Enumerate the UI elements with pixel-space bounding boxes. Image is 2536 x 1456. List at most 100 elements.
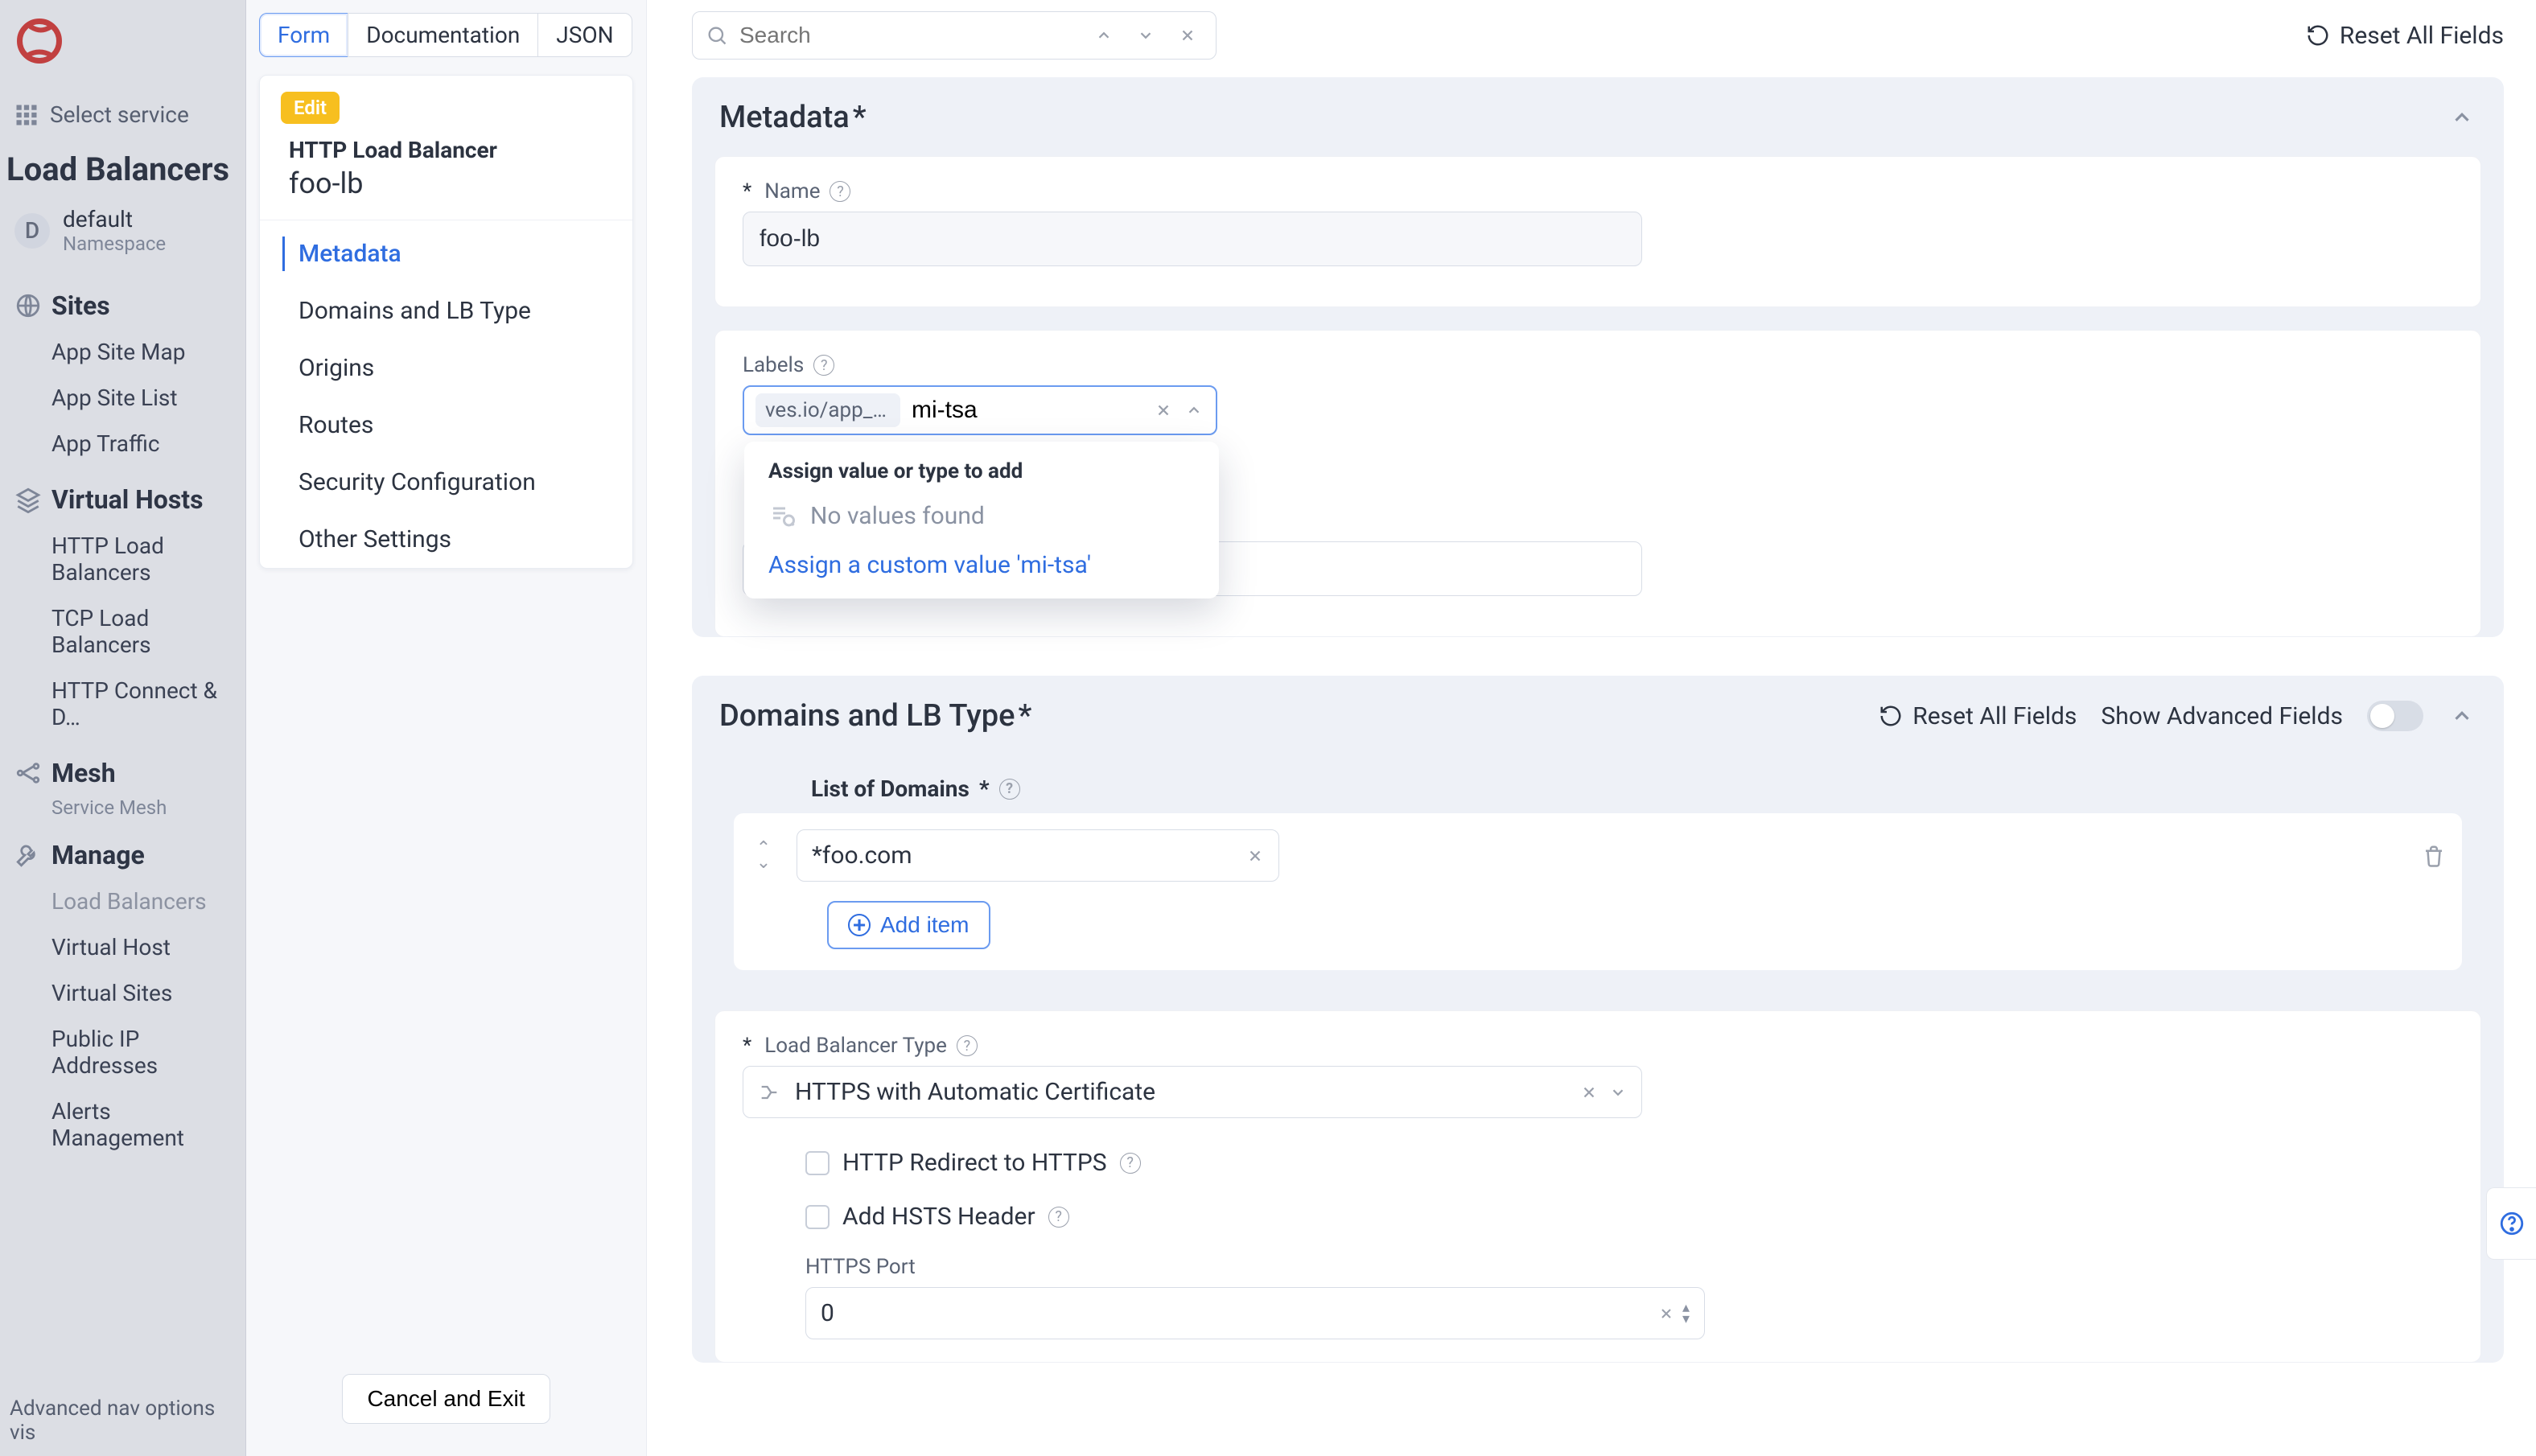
search-icon <box>706 24 728 47</box>
sidebar-link[interactable]: App Site List <box>0 375 245 421</box>
lb-type-label: *Load Balancer Type? <box>743 1034 2453 1058</box>
dropdown-heading: Assign value or type to add <box>744 459 1219 495</box>
form-search-input[interactable] <box>739 23 1077 48</box>
search-next-icon[interactable] <box>1130 20 1161 51</box>
sidebar-link[interactable]: App Traffic <box>0 421 245 467</box>
https-port-label: HTTPS Port <box>805 1255 2480 1279</box>
form-search[interactable] <box>692 11 1217 60</box>
nav-item-domains[interactable]: Domains and LB Type <box>260 282 632 339</box>
mesh-icon <box>14 759 42 787</box>
help-icon[interactable]: ? <box>1120 1153 1141 1174</box>
help-icon[interactable]: ? <box>813 355 834 376</box>
domain-input[interactable]: *foo.com <box>797 829 1279 882</box>
add-domain-button[interactable]: +Add item <box>827 901 990 949</box>
sidebar-section-vhosts[interactable]: Virtual Hosts <box>0 467 245 523</box>
tab-documentation[interactable]: Documentation <box>348 13 538 57</box>
object-name: foo-lb <box>260 167 632 220</box>
product-sidebar: Select service Load Balancers D default … <box>0 0 246 1456</box>
grid-icon <box>14 103 39 127</box>
sidebar-link[interactable]: Alerts Management <box>0 1088 245 1161</box>
tab-form[interactable]: Form <box>259 13 348 57</box>
labels-value-input[interactable] <box>912 397 1140 424</box>
clear-icon[interactable] <box>1151 398 1175 422</box>
nav-item-origins[interactable]: Origins <box>260 339 632 397</box>
sidebar-link[interactable]: Virtual Host <box>0 924 245 970</box>
sidebar-link[interactable]: Load Balancers <box>0 878 245 924</box>
help-circle-icon <box>2498 1210 2526 1237</box>
sidebar-section-mesh[interactable]: Mesh <box>0 740 245 796</box>
nav-item-other[interactable]: Other Settings <box>260 511 632 568</box>
add-hsts-row[interactable]: Add HSTS Header ? <box>747 1190 2480 1244</box>
labels-dropdown: Assign value or type to add No values fo… <box>744 442 1219 598</box>
dropdown-empty: No values found <box>744 495 1219 543</box>
app-title: Load Balancers <box>0 128 245 201</box>
checkbox[interactable] <box>805 1205 830 1229</box>
sidebar-link[interactable]: HTTP Load Balancers <box>0 523 245 595</box>
form-nav-card: Edit HTTP Load Balancer foo-lb Metadata … <box>259 75 633 569</box>
select-service-label: Select service <box>50 101 189 128</box>
help-tab[interactable] <box>2486 1187 2536 1260</box>
select-service-button[interactable]: Select service <box>0 101 245 128</box>
name-input[interactable] <box>743 212 1642 266</box>
section-domains: Domains and LB Type* Reset All Fields Sh… <box>692 676 2504 1363</box>
wrench-icon <box>14 841 42 869</box>
namespace-selector[interactable]: D default Namespace <box>0 201 245 273</box>
view-tabs: Form Documentation JSON <box>246 0 646 57</box>
search-clear-icon[interactable] <box>1172 20 1203 51</box>
help-icon[interactable]: ? <box>957 1035 978 1056</box>
show-advanced-label: Show Advanced Fields <box>2101 702 2343 730</box>
tab-json[interactable]: JSON <box>537 13 632 57</box>
namespace-name: default <box>63 206 166 232</box>
section-title-metadata: Metadata* <box>719 100 867 135</box>
lb-type-select[interactable]: HTTPS with Automatic Certificate <box>743 1066 1642 1118</box>
help-icon[interactable]: ? <box>999 779 1020 800</box>
section-title-domains: Domains and LB Type* <box>719 698 1031 734</box>
show-advanced-toggle[interactable] <box>2367 701 2423 731</box>
list-of-domains-label: List of Domains*? <box>714 769 2481 810</box>
edit-badge: Edit <box>281 92 340 124</box>
nav-item-routes[interactable]: Routes <box>260 397 632 454</box>
form-topbar: Reset All Fields <box>647 0 2536 71</box>
http-redirect-row[interactable]: HTTP Redirect to HTTPS ? <box>747 1136 2480 1190</box>
collapse-domains-icon[interactable] <box>2447 701 2476 730</box>
help-icon[interactable]: ? <box>830 181 850 202</box>
search-prev-icon[interactable] <box>1089 20 1119 51</box>
sidebar-section-manage[interactable]: Manage <box>0 822 245 878</box>
sidebar-link[interactable]: Public IP Addresses <box>0 1016 245 1088</box>
reset-all-fields-top[interactable]: Reset All Fields <box>2306 22 2504 50</box>
nav-item-metadata[interactable]: Metadata <box>260 225 632 282</box>
sidebar-link[interactable]: App Site Map <box>0 329 245 375</box>
layers-icon <box>14 486 42 513</box>
number-stepper[interactable]: ▴▾ <box>1682 1302 1690 1325</box>
editor-nav-column: Form Documentation JSON Edit HTTP Load B… <box>246 0 647 1456</box>
chevron-up-icon[interactable] <box>1182 398 1206 422</box>
checkbox[interactable] <box>805 1151 830 1175</box>
assign-custom-value[interactable]: Assign a custom value 'mi-tsa' <box>744 543 1219 584</box>
plus-icon: + <box>848 914 871 936</box>
clear-icon[interactable] <box>1580 1084 1598 1101</box>
collapse-metadata-icon[interactable] <box>2447 103 2476 132</box>
help-icon[interactable]: ? <box>1048 1207 1069 1228</box>
labels-combobox[interactable]: ves.io/app_t… Assign value or type to ad… <box>743 385 1217 435</box>
reorder-handle[interactable]: ⌃⌄ <box>750 841 777 870</box>
cancel-and-exit-button[interactable]: Cancel and Exit <box>342 1374 550 1424</box>
sidebar-link[interactable]: HTTP Connect & D… <box>0 668 245 740</box>
label-key-chip[interactable]: ves.io/app_t… <box>755 393 900 427</box>
chevron-down-icon: ⌄ <box>750 856 777 870</box>
sidebar-link[interactable]: TCP Load Balancers <box>0 595 245 668</box>
https-port-input[interactable]: 0 ▴▾ <box>805 1287 1705 1339</box>
namespace-initial: D <box>14 213 50 249</box>
reset-all-fields-domains[interactable]: Reset All Fields <box>1879 702 2077 730</box>
globe-icon <box>14 292 42 319</box>
labels-field-label: Labels? <box>743 353 2453 377</box>
routing-icon <box>758 1081 780 1104</box>
nav-item-security[interactable]: Security Configuration <box>260 454 632 511</box>
sidebar-mesh-sub: Service Mesh <box>0 796 245 822</box>
chevron-down-icon[interactable] <box>1609 1084 1627 1101</box>
sidebar-link[interactable]: Virtual Sites <box>0 970 245 1016</box>
editor-form-column: Reset All Fields Metadata* *Name? <box>647 0 2536 1456</box>
sidebar-section-sites[interactable]: Sites <box>0 273 245 329</box>
clear-icon[interactable] <box>1246 847 1264 865</box>
clear-icon[interactable] <box>1658 1306 1674 1322</box>
delete-domain-icon[interactable] <box>2422 844 2446 868</box>
